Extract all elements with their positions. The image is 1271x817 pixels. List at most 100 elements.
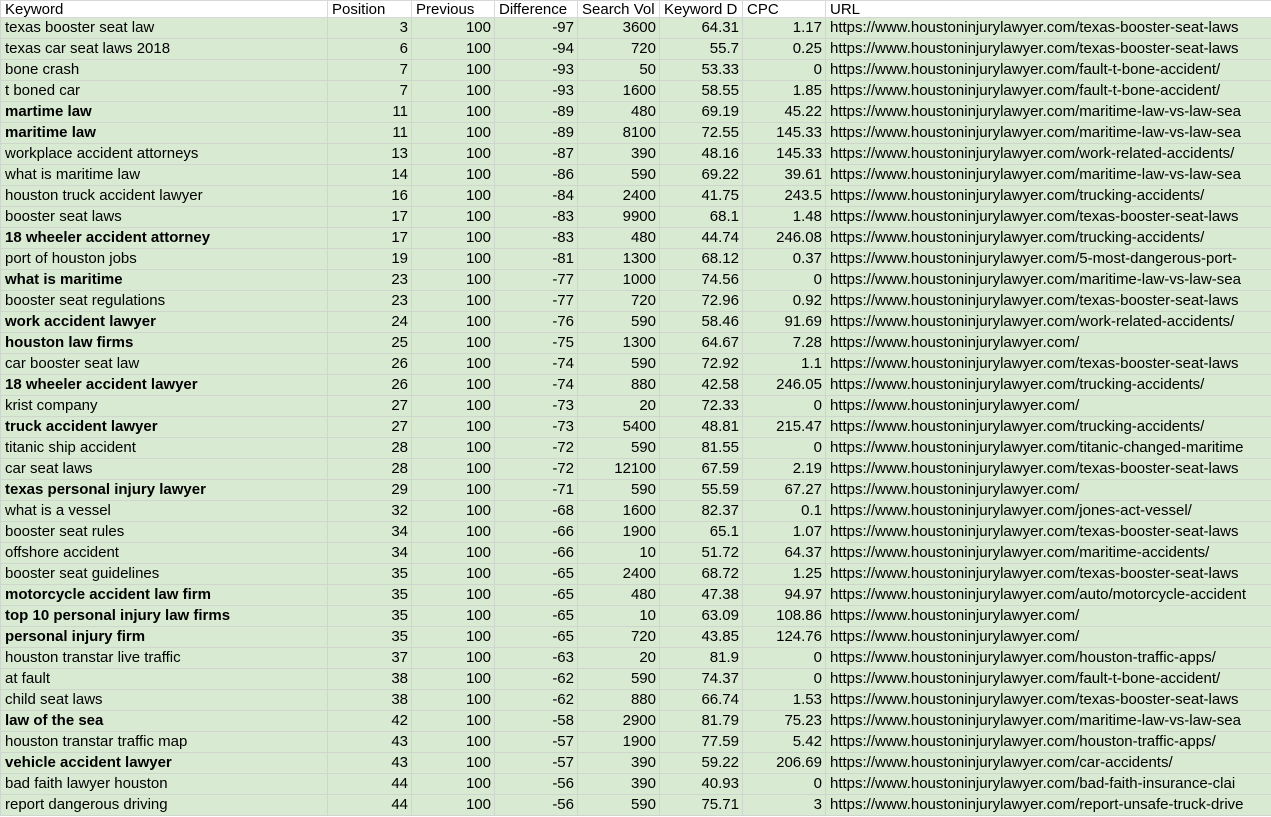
keyword-cell[interactable]: bad faith lawyer houston	[0, 773, 328, 795]
search-vol-cell[interactable]: 880	[577, 689, 660, 711]
difference-cell[interactable]: -77	[494, 290, 578, 312]
difference-cell[interactable]: -76	[494, 311, 578, 333]
search-vol-cell[interactable]: 720	[577, 38, 660, 60]
keyword-cell[interactable]: titanic ship accident	[0, 437, 328, 459]
keyword-cell[interactable]: at fault	[0, 668, 328, 690]
position-cell[interactable]: 35	[327, 563, 412, 585]
cpc-cell[interactable]: 7.28	[742, 332, 826, 354]
url-cell[interactable]: https://www.houstoninjurylawyer.com/truc…	[825, 416, 1271, 438]
difference-cell[interactable]: -65	[494, 605, 578, 627]
cpc-cell[interactable]: 145.33	[742, 143, 826, 165]
url-cell[interactable]: https://www.houstoninjurylawyer.com/mari…	[825, 122, 1271, 144]
cpc-cell[interactable]: 246.05	[742, 374, 826, 396]
url-cell[interactable]: https://www.houstoninjurylawyer.com/faul…	[825, 59, 1271, 81]
position-cell[interactable]: 34	[327, 521, 412, 543]
keyword-difficulty-cell[interactable]: 68.12	[659, 248, 743, 270]
cpc-cell[interactable]: 39.61	[742, 164, 826, 186]
search-vol-cell[interactable]: 12100	[577, 458, 660, 480]
keyword-cell[interactable]: booster seat regulations	[0, 290, 328, 312]
cpc-cell[interactable]: 94.97	[742, 584, 826, 606]
keyword-cell[interactable]: what is a vessel	[0, 500, 328, 522]
keyword-difficulty-cell[interactable]: 74.56	[659, 269, 743, 291]
cpc-cell[interactable]: 215.47	[742, 416, 826, 438]
cpc-cell[interactable]: 108.86	[742, 605, 826, 627]
keyword-difficulty-cell[interactable]: 77.59	[659, 731, 743, 753]
previous-cell[interactable]: 100	[411, 689, 495, 711]
previous-cell[interactable]: 100	[411, 185, 495, 207]
previous-cell[interactable]: 100	[411, 647, 495, 669]
previous-cell[interactable]: 100	[411, 500, 495, 522]
keyword-difficulty-cell[interactable]: 72.55	[659, 122, 743, 144]
header-search-vol[interactable]: Search Vol	[577, 0, 660, 18]
keyword-difficulty-cell[interactable]: 43.85	[659, 626, 743, 648]
previous-cell[interactable]: 100	[411, 269, 495, 291]
keyword-cell[interactable]: offshore accident	[0, 542, 328, 564]
url-cell[interactable]: https://www.houstoninjurylawyer.com/mari…	[825, 164, 1271, 186]
url-cell[interactable]: https://www.houstoninjurylawyer.com/5-mo…	[825, 248, 1271, 270]
cpc-cell[interactable]: 0	[742, 269, 826, 291]
position-cell[interactable]: 7	[327, 80, 412, 102]
previous-cell[interactable]: 100	[411, 248, 495, 270]
difference-cell[interactable]: -57	[494, 752, 578, 774]
search-vol-cell[interactable]: 10	[577, 605, 660, 627]
keyword-cell[interactable]: houston transtar live traffic	[0, 647, 328, 669]
position-cell[interactable]: 34	[327, 542, 412, 564]
cpc-cell[interactable]: 67.27	[742, 479, 826, 501]
search-vol-cell[interactable]: 590	[577, 479, 660, 501]
url-cell[interactable]: https://www.houstoninjurylawyer.com/	[825, 395, 1271, 417]
search-vol-cell[interactable]: 480	[577, 227, 660, 249]
keyword-cell[interactable]: booster seat rules	[0, 521, 328, 543]
url-cell[interactable]: https://www.houstoninjurylawyer.com/texa…	[825, 521, 1271, 543]
difference-cell[interactable]: -89	[494, 122, 578, 144]
search-vol-cell[interactable]: 8100	[577, 122, 660, 144]
position-cell[interactable]: 11	[327, 101, 412, 123]
url-cell[interactable]: https://www.houstoninjurylawyer.com/	[825, 479, 1271, 501]
cpc-cell[interactable]: 1.48	[742, 206, 826, 228]
position-cell[interactable]: 37	[327, 647, 412, 669]
cpc-cell[interactable]: 0.92	[742, 290, 826, 312]
search-vol-cell[interactable]: 1900	[577, 521, 660, 543]
difference-cell[interactable]: -75	[494, 332, 578, 354]
position-cell[interactable]: 19	[327, 248, 412, 270]
previous-cell[interactable]: 100	[411, 101, 495, 123]
difference-cell[interactable]: -58	[494, 710, 578, 732]
search-vol-cell[interactable]: 9900	[577, 206, 660, 228]
url-cell[interactable]: https://www.houstoninjurylawyer.com/repo…	[825, 794, 1271, 816]
position-cell[interactable]: 17	[327, 206, 412, 228]
url-cell[interactable]: https://www.houstoninjurylawyer.com/texa…	[825, 458, 1271, 480]
search-vol-cell[interactable]: 390	[577, 752, 660, 774]
search-vol-cell[interactable]: 1300	[577, 248, 660, 270]
cpc-cell[interactable]: 0	[742, 59, 826, 81]
keyword-cell[interactable]: 18 wheeler accident attorney	[0, 227, 328, 249]
difference-cell[interactable]: -62	[494, 689, 578, 711]
keyword-cell[interactable]: houston law firms	[0, 332, 328, 354]
previous-cell[interactable]: 100	[411, 143, 495, 165]
position-cell[interactable]: 35	[327, 584, 412, 606]
search-vol-cell[interactable]: 720	[577, 626, 660, 648]
search-vol-cell[interactable]: 1600	[577, 500, 660, 522]
difference-cell[interactable]: -73	[494, 395, 578, 417]
keyword-cell[interactable]: child seat laws	[0, 689, 328, 711]
position-cell[interactable]: 29	[327, 479, 412, 501]
position-cell[interactable]: 14	[327, 164, 412, 186]
keyword-difficulty-cell[interactable]: 48.16	[659, 143, 743, 165]
previous-cell[interactable]: 100	[411, 206, 495, 228]
keyword-difficulty-cell[interactable]: 69.19	[659, 101, 743, 123]
url-cell[interactable]: https://www.houstoninjurylawyer.com/texa…	[825, 563, 1271, 585]
keyword-difficulty-cell[interactable]: 58.55	[659, 80, 743, 102]
keyword-cell[interactable]: car booster seat law	[0, 353, 328, 375]
keyword-difficulty-cell[interactable]: 81.55	[659, 437, 743, 459]
cpc-cell[interactable]: 1.25	[742, 563, 826, 585]
position-cell[interactable]: 24	[327, 311, 412, 333]
keyword-difficulty-cell[interactable]: 63.09	[659, 605, 743, 627]
search-vol-cell[interactable]: 590	[577, 437, 660, 459]
keyword-cell[interactable]: bone crash	[0, 59, 328, 81]
previous-cell[interactable]: 100	[411, 416, 495, 438]
cpc-cell[interactable]: 3	[742, 794, 826, 816]
search-vol-cell[interactable]: 590	[577, 794, 660, 816]
position-cell[interactable]: 28	[327, 437, 412, 459]
difference-cell[interactable]: -93	[494, 80, 578, 102]
header-difference[interactable]: Difference	[494, 0, 578, 18]
keyword-cell[interactable]: houston transtar traffic map	[0, 731, 328, 753]
position-cell[interactable]: 16	[327, 185, 412, 207]
